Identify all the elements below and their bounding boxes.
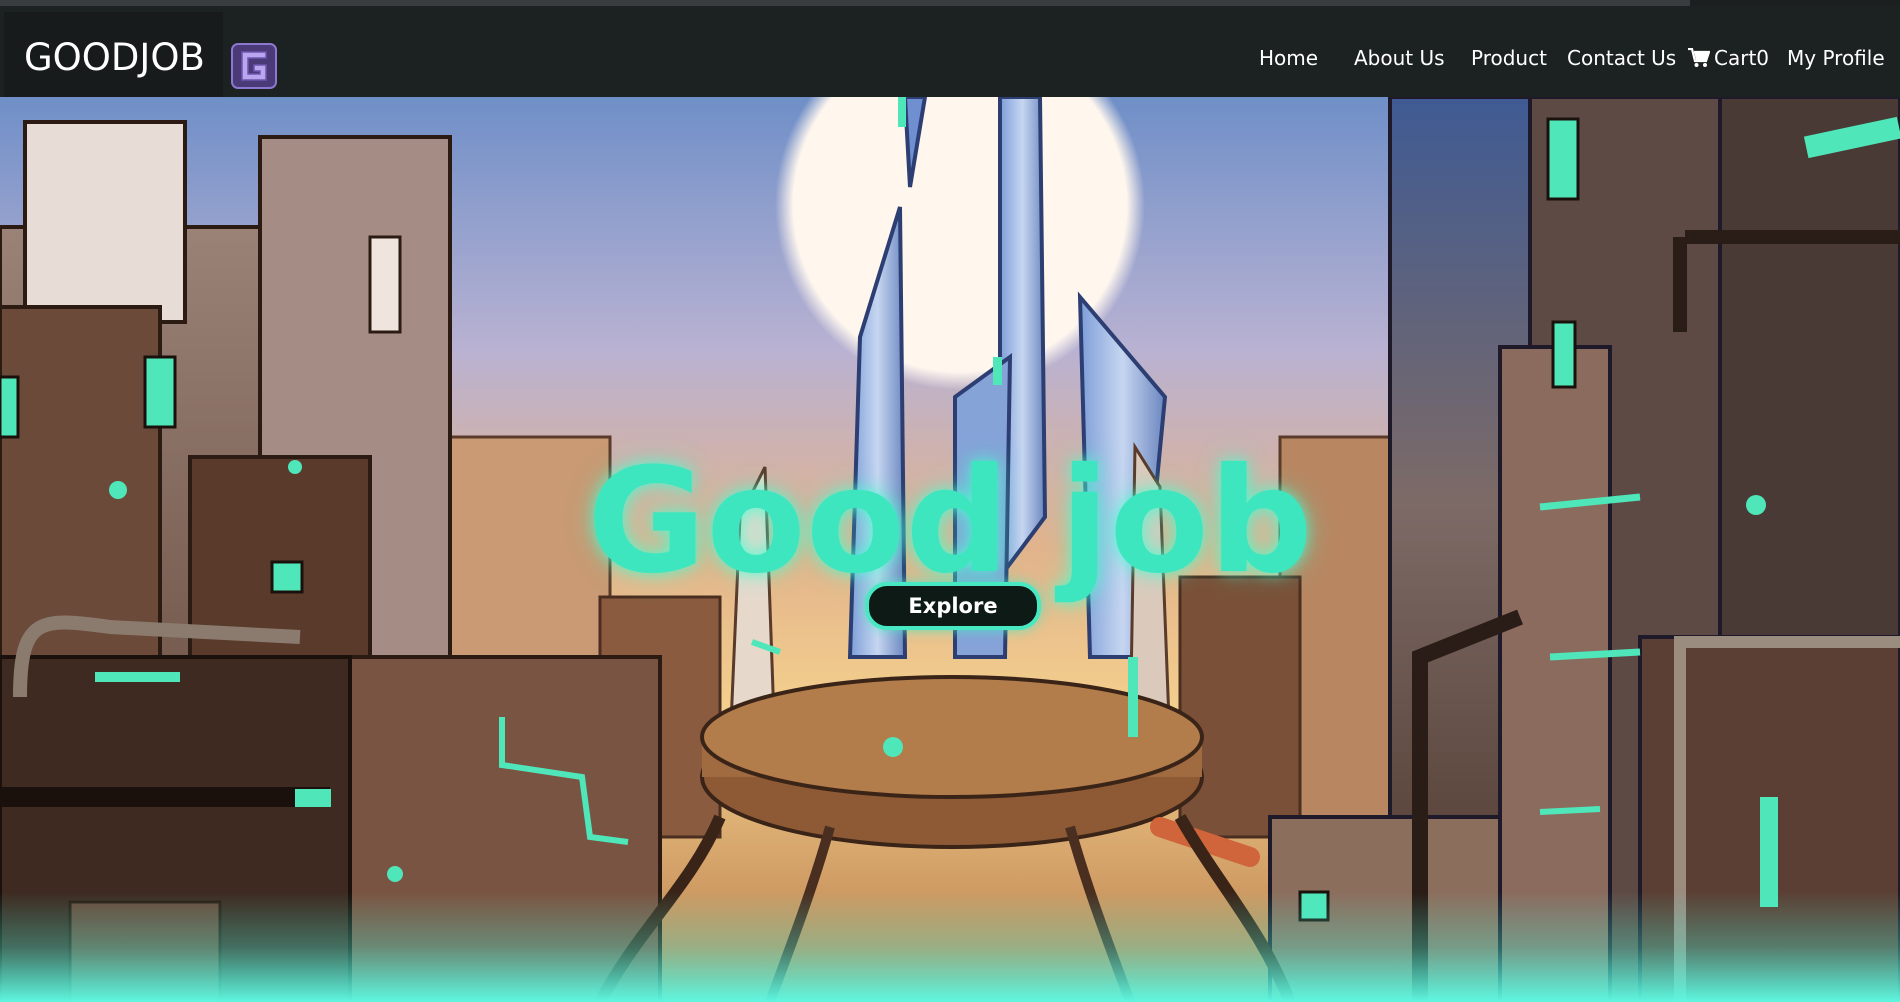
navbar: GOODJOB Home About Us Product Contact Us…	[0, 6, 1900, 97]
nav-home[interactable]: Home	[1259, 46, 1318, 70]
nav-product[interactable]: Product	[1471, 46, 1547, 70]
nav-my-profile[interactable]: My Profile	[1787, 46, 1885, 70]
goodjob-logo-icon[interactable]	[231, 43, 277, 89]
hero-section: Good job Explore	[0, 97, 1900, 1002]
shopping-cart-icon	[1688, 48, 1710, 67]
nav-contact-us[interactable]: Contact Us	[1567, 46, 1676, 70]
nav-about-us[interactable]: About Us	[1354, 46, 1445, 70]
brand-name[interactable]: GOODJOB	[24, 36, 205, 80]
cart-label: Cart0	[1714, 46, 1770, 70]
nav-cart[interactable]: Cart0	[1688, 46, 1769, 70]
explore-button[interactable]: Explore	[865, 582, 1041, 630]
